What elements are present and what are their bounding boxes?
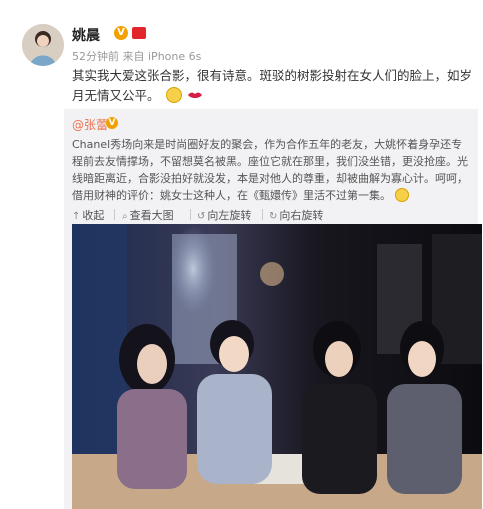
post-text-content: 其实我大爱这张合影，很有诗意。斑驳的树影投射在女人们的脸上，如岁月无情又公平。 <box>72 68 473 103</box>
rotate-left-button[interactable]: ↺ 向左旋转 <box>197 207 251 223</box>
repost-text-content: Chanel秀场向来是时尚圈好友的聚会，作为合作五年的老友，大姚怀着身孕还专程前… <box>72 138 468 202</box>
v-badge-icon: V <box>106 117 118 129</box>
post-meta: 52分钟前 来自 iPhone 6s <box>72 48 201 64</box>
repost-card: @张蕾 V Chanel秀场向来是时尚圈好友的聚会，作为合作五年的老友，大姚怀着… <box>64 109 482 509</box>
source-prefix: 来自 <box>122 50 145 63</box>
divider <box>190 209 191 220</box>
divider <box>114 209 115 220</box>
magnify-icon: ⌕ <box>122 211 128 222</box>
rotate-right-icon: ↻ <box>269 211 278 222</box>
collapse-icon: ↑ <box>72 211 81 222</box>
post-source[interactable]: iPhone 6s <box>148 50 201 63</box>
post-text: 其实我大爱这张合影，很有诗意。斑驳的树影投射在女人们的脸上，如岁月无情又公平。 <box>72 66 472 106</box>
avatar[interactable] <box>22 24 64 66</box>
post-time[interactable]: 52分钟前 <box>72 50 119 63</box>
rotate-right-label: 向右旋转 <box>279 209 324 222</box>
view-large-button[interactable]: ⌕ 查看大图 <box>122 207 174 223</box>
v-badge-icon: V <box>114 26 128 40</box>
view-large-label: 查看大图 <box>129 209 174 222</box>
collect-button[interactable]: ↑ 收起 <box>72 207 104 223</box>
grin-emoji-icon <box>165 87 182 103</box>
smile-emoji-icon <box>394 188 409 202</box>
collect-label: 收起 <box>82 209 105 222</box>
rotate-left-icon: ↺ <box>197 211 206 222</box>
weibo-level-icon <box>132 27 146 39</box>
repost-photo[interactable] <box>72 224 482 509</box>
repost-text: Chanel秀场向来是时尚圈好友的聚会，作为合作五年的老友，大姚怀着身孕还专程前… <box>72 136 472 204</box>
divider <box>262 209 263 220</box>
lips-emoji-icon <box>187 87 204 103</box>
repost-author[interactable]: @张蕾 <box>72 116 108 133</box>
rotate-right-button[interactable]: ↻ 向右旋转 <box>269 207 323 223</box>
author-name[interactable]: 姚晨 <box>72 25 100 45</box>
rotate-left-label: 向左旋转 <box>207 209 252 222</box>
